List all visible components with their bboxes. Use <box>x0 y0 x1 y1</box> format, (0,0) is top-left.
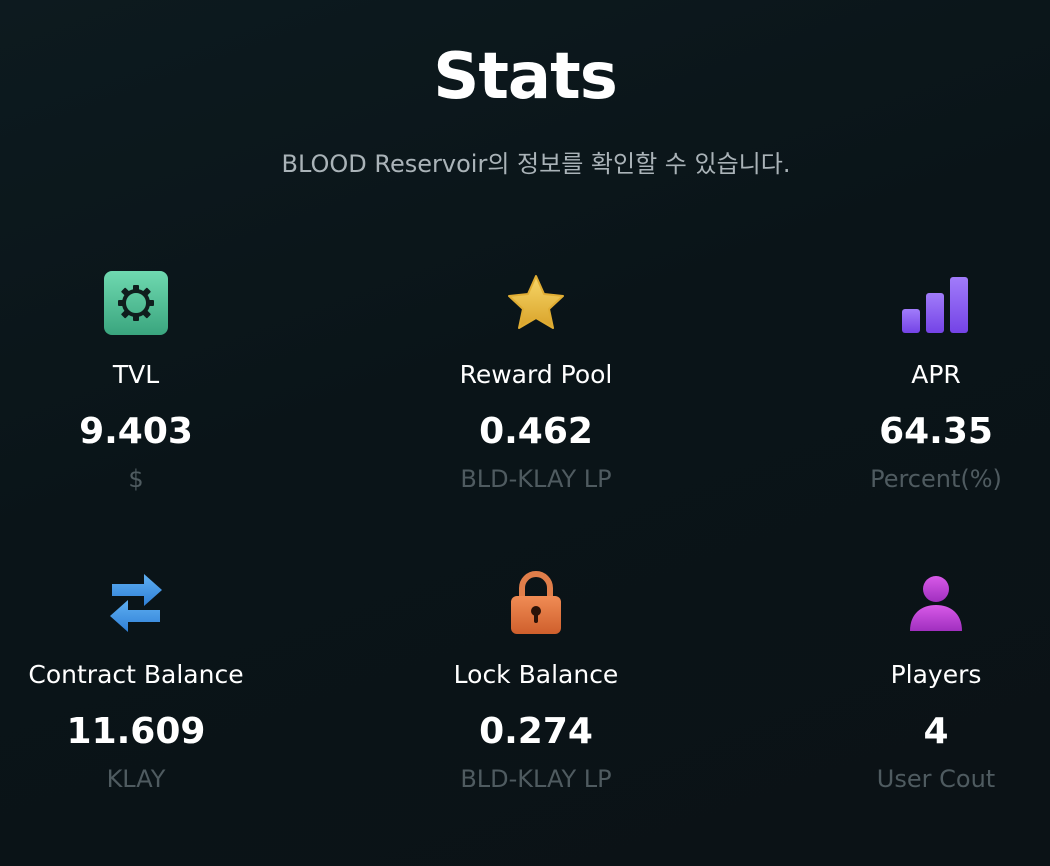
stat-unit: BLD-KLAY LP <box>460 465 612 493</box>
bar-chart-icon <box>786 268 1050 338</box>
stat-card-lock-balance: Lock Balance 0.274 BLD-KLAY LP <box>386 568 686 794</box>
stat-value: 0.274 <box>479 711 593 752</box>
user-icon <box>786 568 1050 638</box>
stat-value: 64.35 <box>879 411 993 452</box>
stat-card-players: Players 4 User Cout <box>786 568 1050 794</box>
stat-card-reward-pool: Reward Pool 0.462 BLD-KLAY LP <box>386 268 686 494</box>
stat-value: 4 <box>923 711 949 752</box>
transfer-arrows-icon <box>0 568 286 638</box>
stat-unit: BLD-KLAY LP <box>460 765 612 793</box>
stat-card-tvl: TVL 9.403 $ <box>0 268 286 494</box>
stat-unit: User Cout <box>876 765 996 793</box>
stat-label: Contract Balance <box>28 660 244 689</box>
stat-label: APR <box>911 360 961 389</box>
gear-icon <box>0 268 286 338</box>
stat-label: TVL <box>112 360 160 389</box>
lock-icon <box>386 568 686 638</box>
page-title: Stats <box>433 40 618 114</box>
stat-value: 9.403 <box>79 411 193 452</box>
page-subtitle: BLOOD Reservoir의 정보를 확인할 수 있습니다. <box>281 150 791 178</box>
stat-card-apr: APR 64.35 Percent(%) <box>786 268 1050 494</box>
stat-value: 11.609 <box>66 711 206 752</box>
stat-unit: $ <box>128 465 144 493</box>
stat-label: Players <box>890 660 982 689</box>
star-icon <box>386 268 686 338</box>
stat-label: Reward Pool <box>459 360 613 389</box>
stat-card-contract-balance: Contract Balance 11.609 KLAY <box>0 568 286 794</box>
stat-unit: KLAY <box>106 765 166 793</box>
stat-value: 0.462 <box>479 411 593 452</box>
stat-unit: Percent(%) <box>870 465 1002 493</box>
stat-label: Lock Balance <box>453 660 619 689</box>
